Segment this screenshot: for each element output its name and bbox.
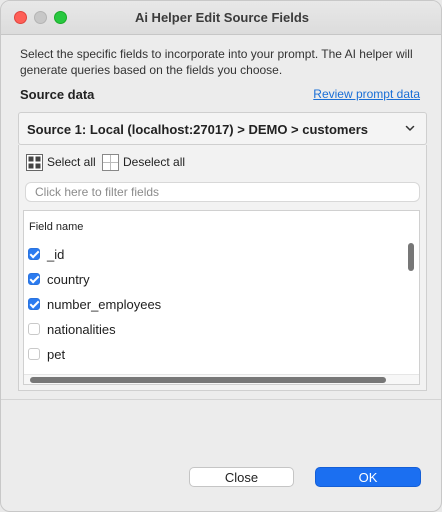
field-row-id[interactable]: _id	[28, 244, 64, 264]
deselect-all-icon	[102, 153, 119, 171]
select-all-icon	[26, 153, 43, 171]
review-prompt-data-link[interactable]: Review prompt data	[313, 87, 420, 101]
field-row-number-employees[interactable]: number_employees	[28, 294, 161, 314]
horizontal-scrollbar[interactable]	[30, 377, 386, 383]
chevron-down-icon	[405, 125, 415, 131]
dialog-window: Ai Helper Edit Source Fields Select the …	[0, 0, 442, 512]
window-title: Ai Helper Edit Source Fields	[134, 10, 310, 25]
fields-table: Field name _id country number_employees …	[23, 210, 420, 385]
source-selected-value: Source 1: Local (localhost:27017) > DEMO…	[27, 122, 369, 137]
field-checkbox[interactable]	[28, 298, 40, 310]
field-name: country	[47, 271, 90, 287]
vertical-scrollbar[interactable]	[408, 243, 414, 271]
field-checkbox[interactable]	[28, 248, 40, 260]
field-row-pet[interactable]: pet	[28, 344, 65, 364]
intro-text: Select the specific fields to incorporat…	[20, 47, 413, 77]
source-data-label: Source data	[20, 87, 95, 102]
field-name: pet	[47, 346, 66, 362]
select-all-button[interactable]: Select all	[26, 153, 96, 171]
title-bar[interactable]: Ai Helper Edit Source Fields	[1, 1, 441, 35]
field-name: number_employees	[47, 296, 162, 312]
footer-divider	[1, 399, 441, 400]
close-button[interactable]: Close	[189, 467, 294, 487]
filter-fields-input[interactable]	[25, 182, 420, 202]
select-all-label: Select all	[47, 155, 96, 169]
field-row-country[interactable]: country	[28, 269, 90, 289]
ok-button[interactable]: OK	[315, 467, 421, 487]
source-selector[interactable]: Source 1: Local (localhost:27017) > DEMO…	[18, 112, 427, 145]
horizontal-scrollbar-track	[24, 374, 419, 384]
field-name: _id	[47, 246, 65, 262]
field-checkbox[interactable]	[28, 273, 40, 285]
deselect-all-button[interactable]: Deselect all	[102, 153, 185, 171]
deselect-all-label: Deselect all	[123, 155, 186, 169]
field-checkbox[interactable]	[28, 323, 40, 335]
field-name-column-header: Field name	[29, 221, 84, 233]
field-row-nationalities[interactable]: nationalities	[28, 319, 116, 339]
field-name: nationalities	[47, 321, 116, 337]
field-checkbox[interactable]	[28, 348, 40, 360]
